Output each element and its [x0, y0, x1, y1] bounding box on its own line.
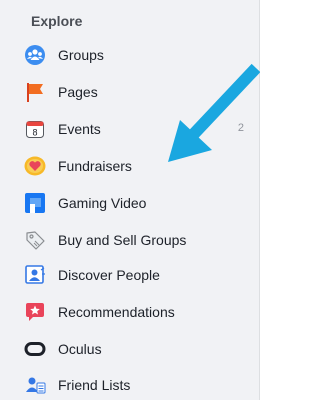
- heart-coin-icon: [24, 155, 46, 177]
- sidebar-item-buy-and-sell-groups[interactable]: Buy and Sell Groups: [24, 227, 254, 253]
- sidebar-item-discover-people[interactable]: Discover People: [24, 262, 254, 288]
- price-tag-icon: [24, 229, 46, 251]
- sidebar-item-label: Buy and Sell Groups: [58, 232, 187, 248]
- sidebar-item-recommendations[interactable]: Recommendations: [24, 299, 254, 325]
- sidebar-item-label: Oculus: [58, 341, 102, 357]
- sidebar-item-oculus[interactable]: Oculus: [24, 336, 254, 362]
- sidebar-item-label: Recommendations: [58, 304, 175, 320]
- sidebar-item-gaming-video[interactable]: Gaming Video: [24, 190, 254, 216]
- sidebar-item-label: Friend Lists: [58, 377, 131, 393]
- friend-lists-icon: [24, 374, 46, 396]
- sidebar-item-label: Groups: [58, 47, 104, 63]
- annotation-arrow: [168, 63, 260, 162]
- sidebar-item-label: Gaming Video: [58, 195, 147, 211]
- sidebar-item-label: Events: [58, 121, 101, 137]
- recommendations-icon: [24, 301, 46, 323]
- sidebar-item-label: Pages: [58, 84, 98, 100]
- sidebar-item-label: Discover People: [58, 267, 160, 283]
- sidebar-item-label: Fundraisers: [58, 158, 132, 174]
- groups-icon: [24, 44, 46, 66]
- section-title: Explore: [31, 13, 83, 29]
- sidebar-item-friend-lists[interactable]: Friend Lists: [24, 372, 254, 398]
- oculus-icon: [24, 338, 46, 360]
- calendar-icon: 8: [24, 118, 46, 140]
- gaming-video-icon: [24, 192, 46, 214]
- pages-flag-icon: [24, 81, 46, 103]
- discover-people-icon: [24, 264, 46, 286]
- svg-text:8: 8: [32, 128, 37, 138]
